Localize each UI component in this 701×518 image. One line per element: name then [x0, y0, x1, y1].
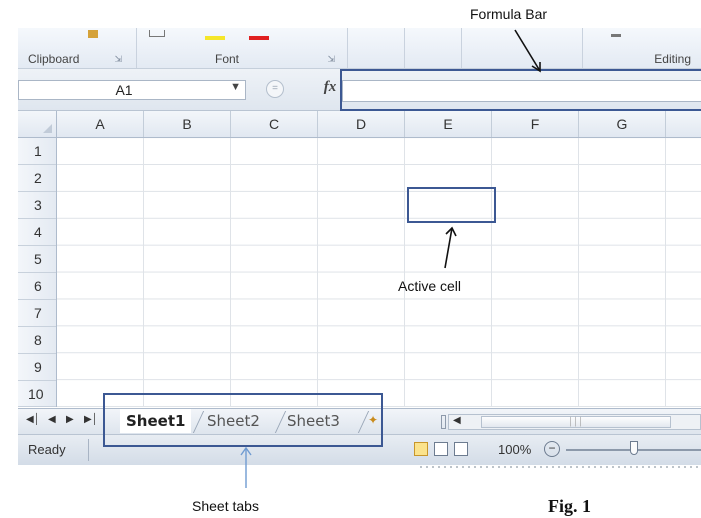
active-cell-arrow: [444, 226, 457, 269]
annotation-arrows: [240, 29, 541, 488]
sheet-tabs-label: Sheet tabs: [192, 498, 259, 514]
figure-label: Fig. 1: [548, 496, 591, 516]
active-cell-label: Active cell: [398, 278, 462, 294]
sheet-tabs-arrow: [240, 446, 252, 488]
formula-bar-label: Formula Bar: [470, 6, 548, 22]
formula-bar-arrow: [514, 29, 541, 73]
